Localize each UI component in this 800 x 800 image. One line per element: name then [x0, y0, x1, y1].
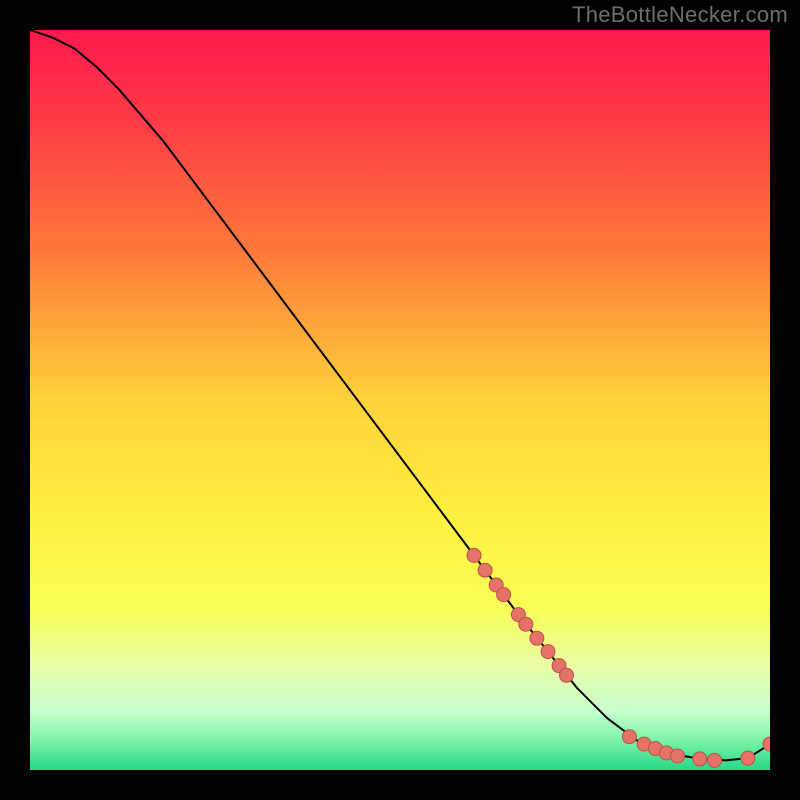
chart-stage: TheBottleNecker.com [0, 0, 800, 800]
highlight-dot [467, 548, 481, 562]
highlight-dot [478, 563, 492, 577]
watermark-text: TheBottleNecker.com [572, 2, 788, 28]
highlight-dot [541, 645, 555, 659]
chart-svg [30, 30, 770, 770]
highlight-dot [519, 617, 533, 631]
plot-area [30, 30, 770, 770]
highlight-dot [622, 730, 636, 744]
highlight-dot [741, 751, 755, 765]
highlight-dot [693, 752, 707, 766]
highlight-dot [497, 588, 511, 602]
highlight-dot [671, 749, 685, 763]
gradient-background [30, 30, 770, 770]
highlight-dot [560, 668, 574, 682]
highlight-dot [530, 631, 544, 645]
highlight-dot [708, 753, 722, 767]
